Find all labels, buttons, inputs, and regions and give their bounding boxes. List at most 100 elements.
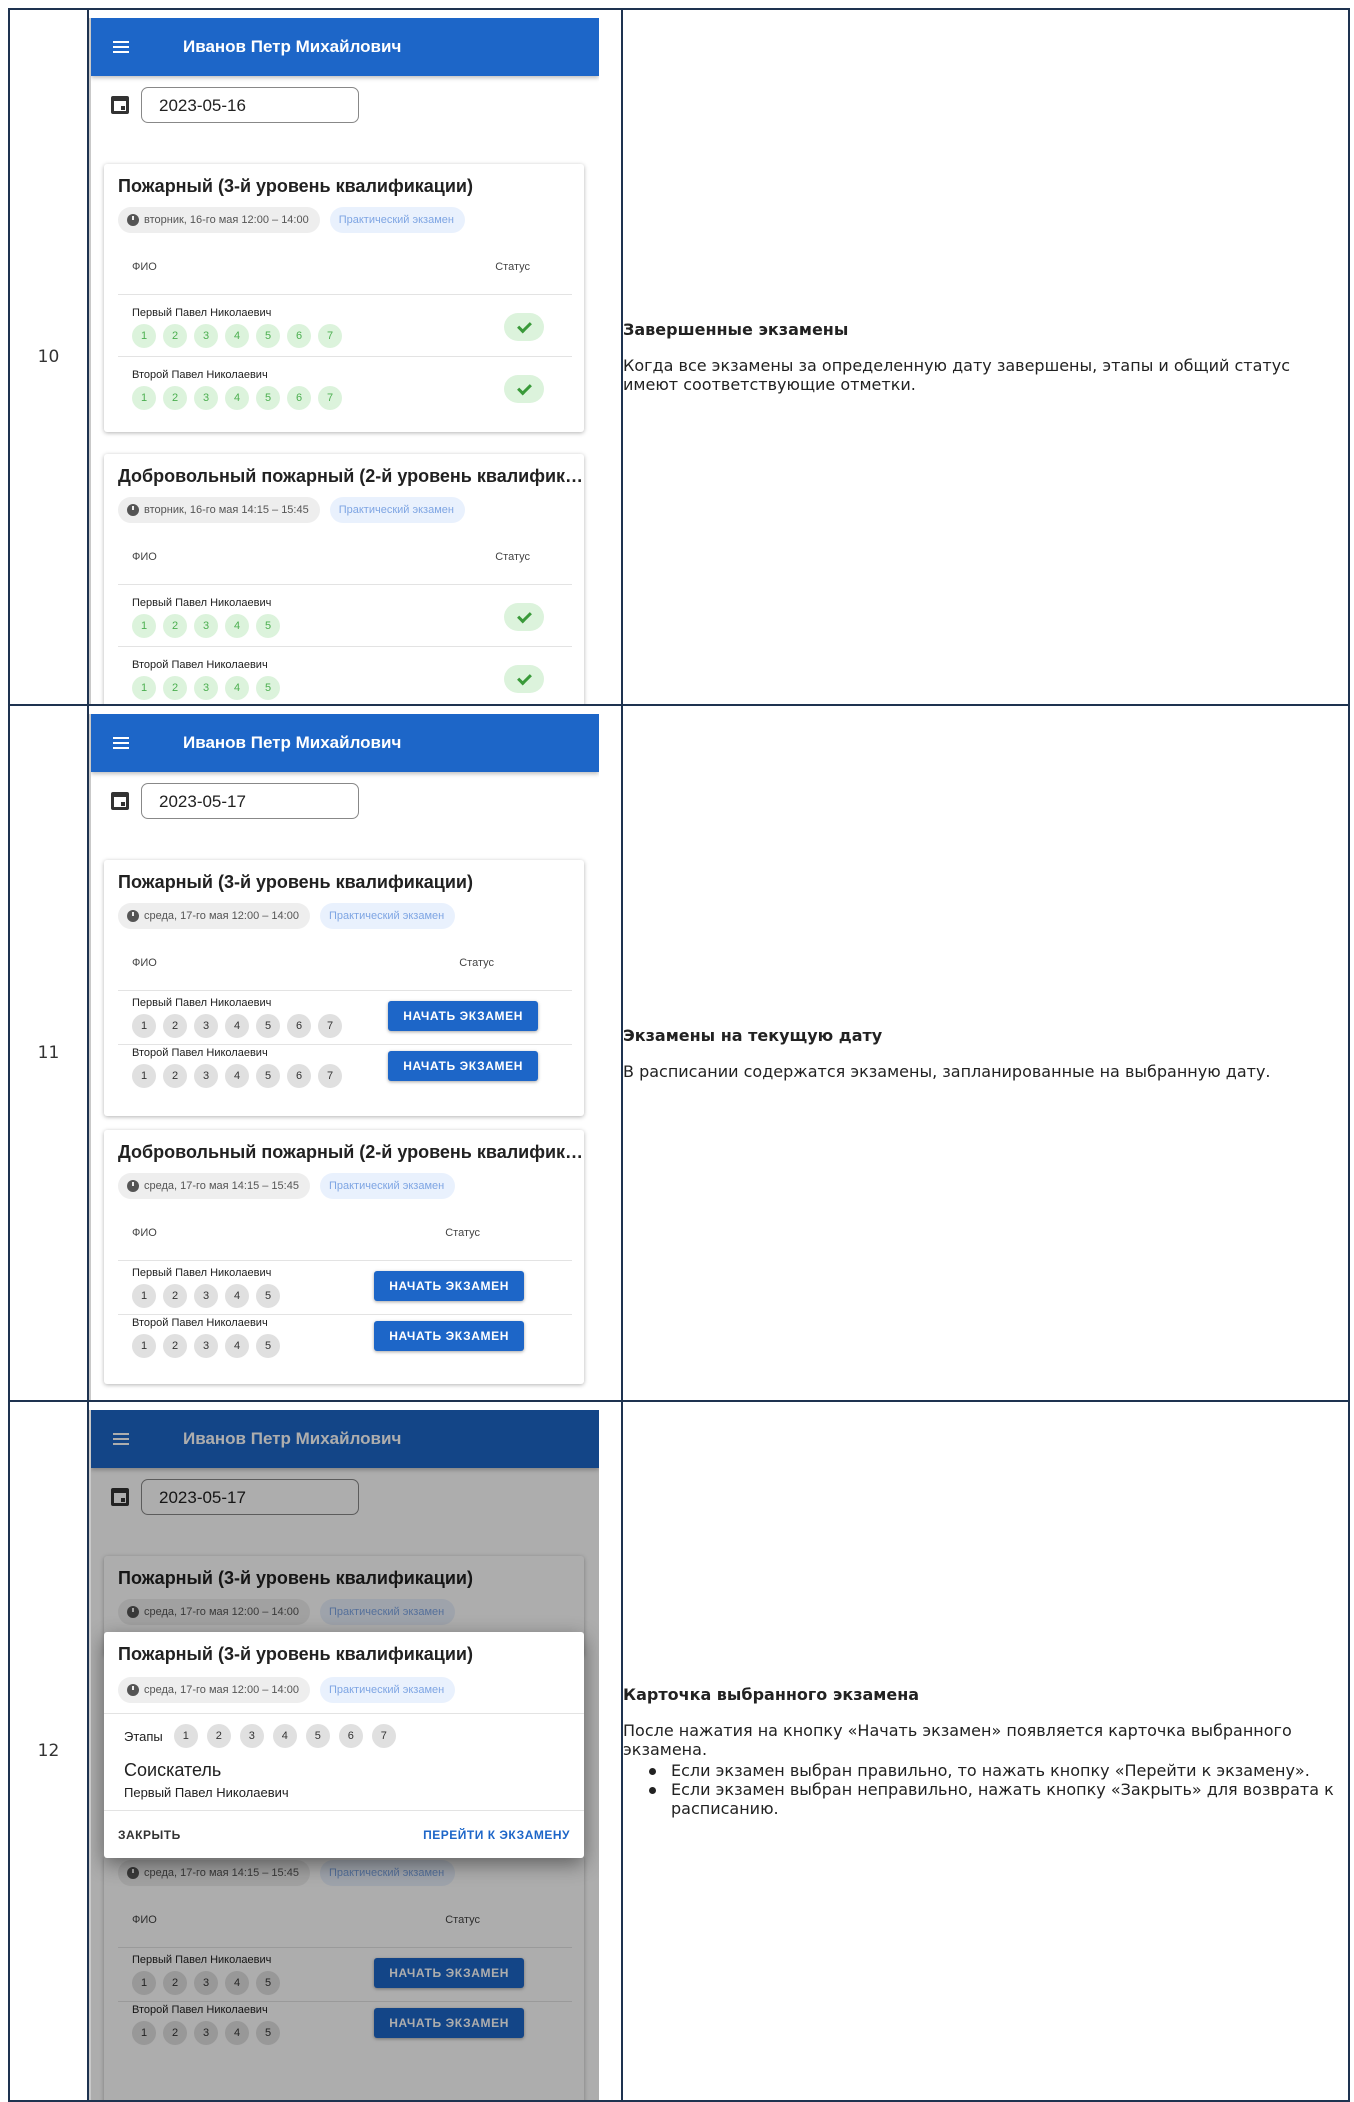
stage-badge: 3 xyxy=(194,676,218,700)
date-row: 2023-05-17 xyxy=(91,772,599,822)
candidate-name: Второй Павел Николаевич xyxy=(132,659,268,671)
stage-badge: 3 xyxy=(194,1064,218,1088)
description-cell: Карточка выбранного экзамена После нажат… xyxy=(621,1400,1350,2102)
stage-badge: 2 xyxy=(163,1014,187,1038)
applicant-heading: Соискатель xyxy=(124,1760,222,1780)
exam-chips: вторник, 16-го мая 12:00 – 14:00 Практич… xyxy=(104,197,584,233)
start-exam-button[interactable]: НАЧАТЬ ЭКЗАМЕН xyxy=(388,1051,538,1081)
go-to-exam-button[interactable]: ПЕРЕЙТИ К ЭКЗАМЕНУ xyxy=(423,1828,570,1842)
menu-icon[interactable] xyxy=(113,737,129,749)
table-header: ФИО Статус xyxy=(118,1199,572,1261)
col-status: Статус xyxy=(459,957,494,969)
stage-badge: 5 xyxy=(256,1064,280,1088)
table-row: 1 1 Иванов Петр Михайлович 2023-05-17 Пож… xyxy=(8,704,1350,1402)
exam-title: Добровольный пожарный (2-й уровень квали… xyxy=(118,1142,584,1162)
exam-time: вторник, 16-го мая 12:00 – 14:00 xyxy=(144,214,309,226)
description-text: После нажатия на кнопку «Начать экзамен»… xyxy=(623,1720,1292,1759)
exam-card: Пожарный (3-й уровень квалификации) сред… xyxy=(104,860,584,1116)
stage-badge: 1 xyxy=(132,1014,156,1038)
close-button[interactable]: ЗАКРЫТЬ xyxy=(118,1828,181,1842)
description-title: Завершенные экзамены xyxy=(623,320,849,339)
menu-icon[interactable] xyxy=(113,41,129,53)
exam-type-chip: Практический экзамен xyxy=(319,903,456,929)
stage-badge: 6 xyxy=(287,1014,311,1038)
screenshot-cell: Иванов Петр Михайлович 2023-05-17 Пожарн… xyxy=(87,1400,623,2102)
app-bar: Иванов Петр Михайлович xyxy=(91,18,599,76)
calendar-icon[interactable] xyxy=(111,96,129,114)
stage-badge: 4 xyxy=(225,614,249,638)
exam-chips: вторник, 16-го мая 14:15 – 15:45 Практич… xyxy=(104,487,584,523)
stage-badge: 5 xyxy=(256,1014,280,1038)
dialog-stages: Этапы 1234567 xyxy=(104,1714,584,1748)
exam-chips: среда, 17-го мая 12:00 – 14:00 Практичес… xyxy=(104,893,584,929)
time-chip: среда, 17-го мая 12:00 – 14:00 xyxy=(118,903,310,929)
candidate-row: Первый Павел Николаевич 1234567 xyxy=(118,295,572,357)
app-title: Иванов Петр Михайлович xyxy=(183,733,402,752)
exam-type-chip: Практический экзамен xyxy=(329,497,465,523)
exam-card: Добровольный пожарный (2-й уровень квали… xyxy=(104,454,584,704)
stage-badge: 7 xyxy=(318,1064,342,1088)
date-field[interactable]: 2023-05-17 xyxy=(141,783,359,819)
stage-badge: 2 xyxy=(163,1284,187,1308)
stage-badge: 2 xyxy=(163,324,187,348)
dialog-title: Пожарный (3-й уровень квалификации) xyxy=(118,1644,473,1664)
stage-badge: 7 xyxy=(318,1014,342,1038)
stage-badge: 1 xyxy=(132,1064,156,1088)
start-exam-button[interactable]: НАЧАТЬ ЭКЗАМЕН xyxy=(374,1271,524,1301)
exam-card: Добровольный пожарный (2-й уровень квали… xyxy=(104,1130,584,1384)
stage-badge: 5 xyxy=(256,614,280,638)
clock-icon xyxy=(127,1684,139,1696)
col-status: Статус xyxy=(445,1227,480,1239)
screenshot-cell: Иванов Петр Михайлович 2023-05-17 Пожарн… xyxy=(87,704,623,1402)
date-field[interactable]: 2023-05-16 xyxy=(141,87,359,123)
calendar-icon[interactable] xyxy=(111,792,129,810)
date-row: 2023-05-16 xyxy=(91,76,599,126)
check-icon xyxy=(516,380,532,395)
candidate-row: Второй Павел Николаевич 1234567 НАЧАТЬ Э… xyxy=(118,1045,572,1099)
exam-time: среда, 17-го мая 14:15 – 15:45 xyxy=(144,1180,299,1192)
stage-badge: 2 xyxy=(163,676,187,700)
col-status: Статус xyxy=(495,261,530,273)
col-status: Статус xyxy=(495,551,530,563)
stage-badge: 1 xyxy=(132,676,156,700)
stage-badge: 5 xyxy=(256,1334,280,1358)
status-done xyxy=(504,313,544,341)
table-header: ФИО Статус xyxy=(118,523,572,585)
stage-badge: 3 xyxy=(194,386,218,410)
exam-type-chip: Практический экзамен xyxy=(319,1173,456,1199)
description-cell: Завершенные экзамены Когда все экзамены … xyxy=(621,8,1350,706)
description-list: Если экзамен выбран правильно, то нажать… xyxy=(645,1761,1348,1818)
description-title: Экзамены на текущую дату xyxy=(623,1025,883,1045)
time-chip: среда, 17-го мая 14:15 – 15:45 xyxy=(118,1173,310,1199)
candidate-name: Второй Павел Николаевич xyxy=(132,369,268,381)
exam-title: Пожарный (3-й уровень квалификации) xyxy=(118,176,473,196)
screenshot-cell: Иванов Петр Михайлович 2023-05-16 Пожарн… xyxy=(87,8,623,706)
stage-badge: 5 xyxy=(256,324,280,348)
app-title: Иванов Петр Михайлович xyxy=(183,37,402,56)
description-cell: Экзамены на текущую дату В расписании со… xyxy=(621,704,1350,1402)
stage-badge: 7 xyxy=(371,1724,396,1748)
stage-badge: 1 xyxy=(173,1724,198,1748)
time-chip: вторник, 16-го мая 14:15 – 15:45 xyxy=(118,497,320,523)
stage-list: 1234567 xyxy=(173,1724,396,1748)
exam-title: Добровольный пожарный (2-й уровень квали… xyxy=(118,466,584,486)
clock-icon xyxy=(127,504,139,516)
stage-badge: 4 xyxy=(225,1064,249,1088)
status-done xyxy=(504,375,544,403)
check-icon xyxy=(516,318,532,333)
stage-badge: 6 xyxy=(287,324,311,348)
stage-badge: 2 xyxy=(163,386,187,410)
row-number: 12 xyxy=(8,1400,89,2102)
stage-badge: 1 xyxy=(132,386,156,410)
table-row: 12 Иванов Петр Михайлович 2023-05-17 Пож… xyxy=(8,1400,1350,2102)
start-exam-button[interactable]: НАЧАТЬ ЭКЗАМЕН xyxy=(388,1001,538,1031)
stage-badge: 2 xyxy=(163,1064,187,1088)
stage-badge: 1 xyxy=(132,614,156,638)
exam-time: среда, 17-го мая 12:00 – 14:00 xyxy=(144,1684,299,1696)
stage-badge: 4 xyxy=(225,1014,249,1038)
col-fio: ФИО xyxy=(132,261,157,273)
description-bullet: Если экзамен выбран правильно, то нажать… xyxy=(645,1761,1348,1780)
start-exam-button[interactable]: НАЧАТЬ ЭКЗАМЕН xyxy=(374,1321,524,1351)
stage-badge: 1 xyxy=(132,1284,156,1308)
stage-badge: 3 xyxy=(194,324,218,348)
